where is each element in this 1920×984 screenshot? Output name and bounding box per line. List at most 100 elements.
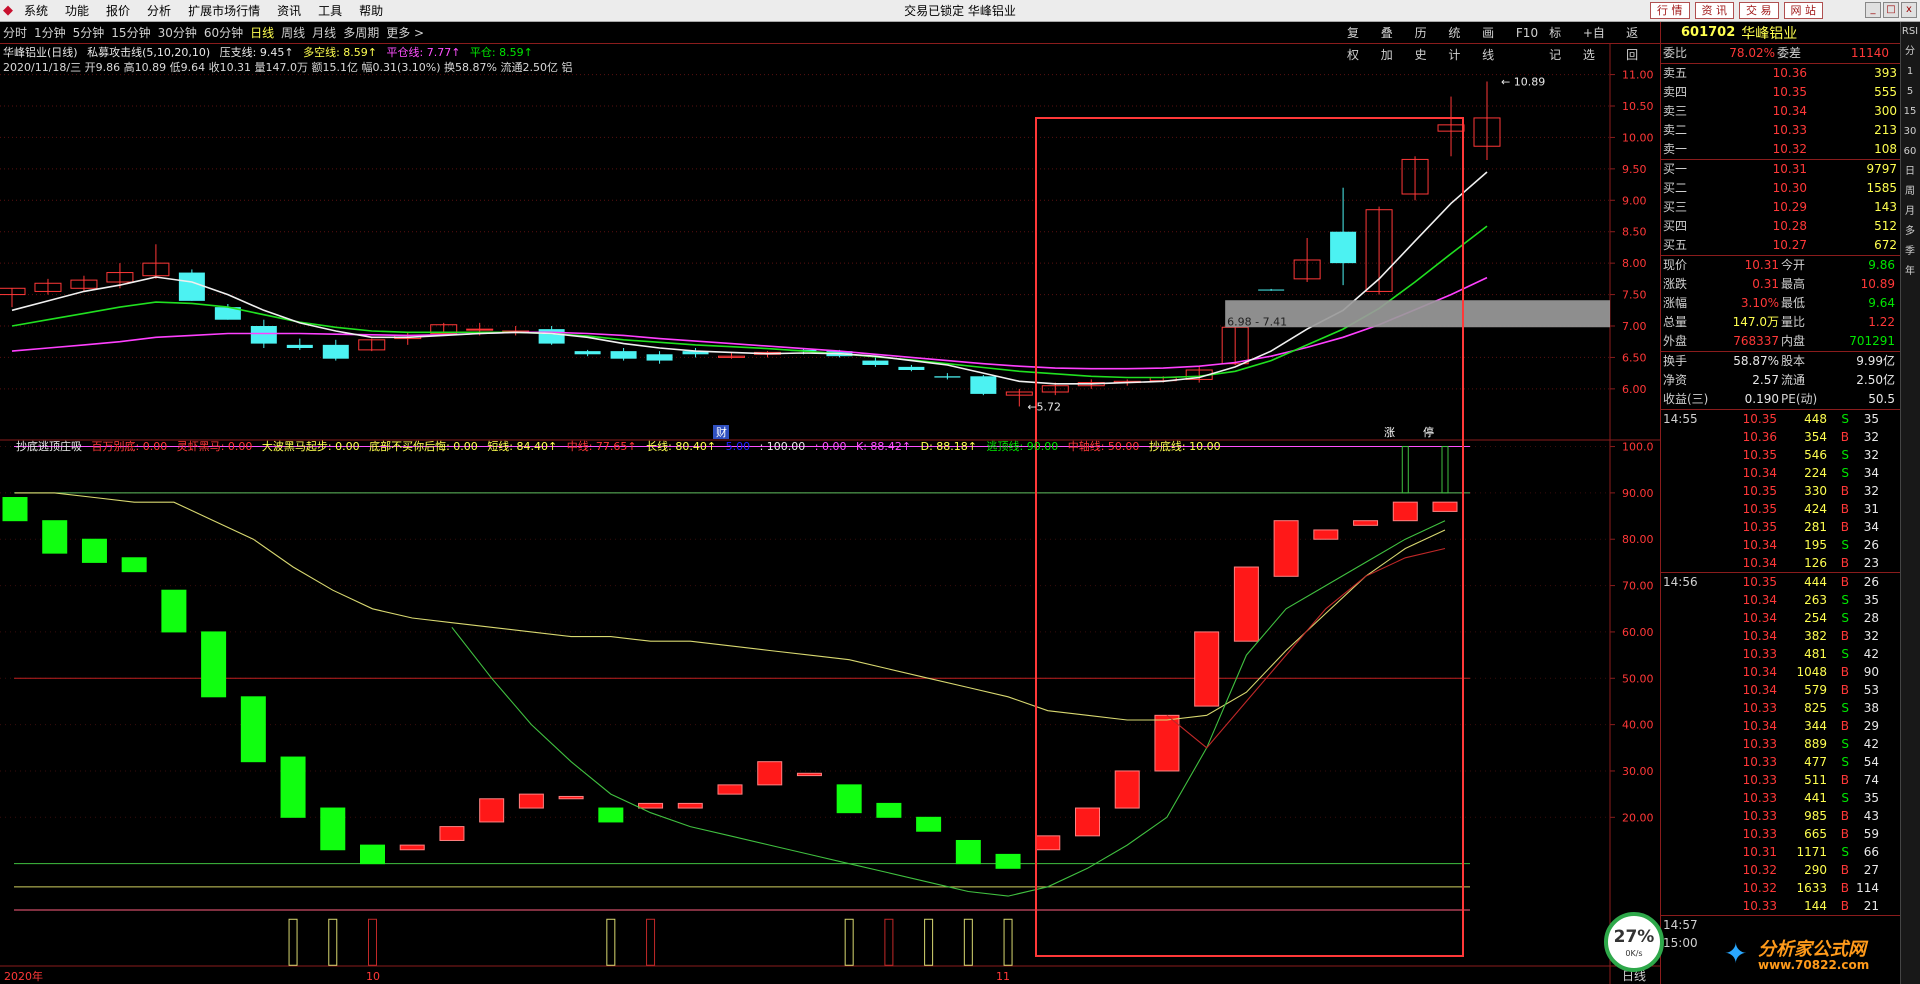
stat-row-2-value-2: 9.64 [1868, 296, 1895, 310]
menu-help[interactable]: 帮助 [359, 0, 383, 22]
side-tool-4[interactable]: 15 [1901, 102, 1919, 122]
side-tool-7[interactable]: 日 [1901, 162, 1919, 182]
tick-row[interactable]: 10.33 825 S 38 [1661, 699, 1900, 717]
period-30min[interactable]: 30分钟 [158, 22, 197, 44]
buy-level-5-volume: 672 [1874, 238, 1897, 252]
buy-orders: 买一 10.31 9797 买二 10.30 1585 买三 10.29 143 买四 10.28 5… [1661, 160, 1900, 255]
signal-pulse [288, 918, 298, 966]
menu-quote[interactable]: 报价 [106, 0, 130, 22]
sub-bar-down [121, 557, 147, 573]
tick-row[interactable]: 10.33 889 S 42 [1661, 735, 1900, 753]
tick-side: B [1840, 809, 1849, 823]
tick-row[interactable]: 10.34 195 S 26 [1661, 536, 1900, 554]
main-chart-indicator[interactable]: 私募攻击线(5,10,20,10) [87, 46, 210, 59]
period-daily[interactable]: 日线 [250, 22, 274, 44]
period-weekly[interactable]: 周线 [281, 22, 305, 44]
tick-row[interactable]: 10.33 477 S 54 [1661, 753, 1900, 771]
price-tick-label: 6.00 [1622, 383, 1647, 396]
tick-row[interactable]: 10.32 1633 B 114 [1661, 879, 1900, 897]
period-more[interactable]: 更多 > [386, 22, 424, 44]
menu-extended-market[interactable]: 扩展市场行情 [188, 0, 260, 22]
tick-row[interactable]: 10.31 1171 S 66 [1661, 843, 1900, 861]
sub-chart-indicator[interactable]: 抄底逃顶庄吸 [16, 440, 82, 453]
trade-button[interactable]: 交 易 [1739, 2, 1779, 19]
tick-row[interactable]: 10.35 546 S 32 [1661, 446, 1900, 464]
buy-level-4-price: 10.28 [1772, 219, 1807, 233]
tick-row[interactable]: 10.32 290 B 27 [1661, 861, 1900, 879]
signal-pulse [844, 918, 854, 966]
side-tool-12[interactable]: 年 [1901, 262, 1919, 282]
menu-system[interactable]: 系统 [24, 0, 48, 22]
tick-row[interactable]: 10.34 263 S 35 [1661, 591, 1900, 609]
tick-volume: 424 [1804, 502, 1827, 516]
sub-tick-label: 100.0 [1622, 441, 1654, 454]
buy-level-4-volume: 512 [1874, 219, 1897, 233]
tick-volume: 263 [1804, 593, 1827, 607]
kline-chart[interactable]: 11.00 10.50 10.00 9.50 9.00 8.50 8.00 7.50 7.00 6… [0, 44, 1660, 984]
sub-bar-down [81, 538, 107, 563]
tick-row[interactable]: 10.33 144 B 21 [1661, 897, 1900, 915]
tick-row[interactable]: 10.33 441 S 35 [1661, 789, 1900, 807]
tick-row[interactable]: 10.33 481 S 42 [1661, 645, 1900, 663]
tick-row[interactable]: 10.33 985 B 43 [1661, 807, 1900, 825]
menu-news[interactable]: 资讯 [277, 0, 301, 22]
period-5min[interactable]: 5分钟 [73, 22, 105, 44]
stat2-row-2-label: 收益(三) [1663, 392, 1709, 406]
market-button[interactable]: 行 情 [1650, 2, 1690, 19]
news-button[interactable]: 资 讯 [1694, 2, 1734, 19]
maximize-button[interactable]: □ [1883, 2, 1899, 18]
tick-row[interactable]: 10.34 382 B 32 [1661, 627, 1900, 645]
sub-bar-down [876, 802, 902, 818]
side-tool-11[interactable]: 季 [1901, 242, 1919, 262]
side-tool-1[interactable]: 分 [1901, 42, 1919, 62]
tick-row[interactable]: 10.34 126 B 23 [1661, 554, 1900, 572]
tick-row[interactable]: 10.34 344 B 29 [1661, 717, 1900, 735]
menu-tools[interactable]: 工具 [318, 0, 342, 22]
period-monthly[interactable]: 月线 [312, 22, 336, 44]
chart-area[interactable]: 11.00 10.50 10.00 9.50 9.00 8.50 8.00 7.50 7.00 6… [0, 44, 1660, 984]
menu-analysis[interactable]: 分析 [147, 0, 171, 22]
tick-price: 10.35 [1742, 412, 1777, 426]
menu-function[interactable]: 功能 [65, 0, 89, 22]
sub-bar-down [280, 756, 306, 818]
signal-pulse [328, 918, 338, 966]
buy-level-1: 买一 10.31 9797 [1661, 160, 1900, 179]
tick-row[interactable]: 14:56 10.35 444 B 26 [1661, 573, 1900, 591]
period-1min[interactable]: 1分钟 [34, 22, 66, 44]
tick-row[interactable]: 10.33 511 B 74 [1661, 771, 1900, 789]
side-tool-10[interactable]: 多 [1901, 222, 1919, 242]
tick-row[interactable]: 10.34 1048 B 90 [1661, 663, 1900, 681]
period-60min[interactable]: 60分钟 [204, 22, 243, 44]
tick-row[interactable]: 10.35 330 B 32 [1661, 482, 1900, 500]
tick-row[interactable]: 10.34 224 S 34 [1661, 464, 1900, 482]
tick-price: 10.33 [1742, 773, 1777, 787]
buy-level-2-volume: 1585 [1866, 181, 1897, 195]
tick-row[interactable]: 14:55 10.35 448 S 35 [1661, 410, 1900, 428]
tick-price: 10.34 [1742, 556, 1777, 570]
tick-row[interactable]: 10.35 281 B 34 [1661, 518, 1900, 536]
tick-row[interactable]: 10.35 424 B 31 [1661, 500, 1900, 518]
tick-list[interactable]: 14:55 10.35 448 S 35 10.36 354 B 32 10.35 546 S 32 10… [1661, 410, 1900, 952]
website-button[interactable]: 网 站 [1783, 2, 1823, 19]
side-tool-5[interactable]: 30 [1901, 122, 1919, 142]
period-15min[interactable]: 15分钟 [111, 22, 150, 44]
side-tool-9[interactable]: 月 [1901, 202, 1919, 222]
side-tool-3[interactable]: 5 [1901, 82, 1919, 102]
buy-level-5-label: 买五 [1663, 238, 1688, 252]
close-button[interactable]: x [1901, 2, 1917, 18]
tick-row[interactable]: 10.34 254 S 28 [1661, 609, 1900, 627]
side-tool-6[interactable]: 60 [1901, 142, 1919, 162]
side-tool-2[interactable]: 1 [1901, 62, 1919, 82]
tick-row[interactable]: 10.36 354 B 32 [1661, 428, 1900, 446]
side-tool-8[interactable]: 周 [1901, 182, 1919, 202]
sub-bar-up [1233, 566, 1259, 642]
side-tool-0[interactable]: RSI [1901, 22, 1919, 42]
period-multi[interactable]: 多周期 [343, 22, 379, 44]
tick-row[interactable]: 10.34 579 B 53 [1661, 681, 1900, 699]
tick-side: B [1840, 430, 1849, 444]
tick-time [1661, 482, 1717, 500]
buy-level-1-label: 买一 [1663, 162, 1688, 176]
minimize-button[interactable]: _ [1865, 2, 1881, 18]
period-intraday[interactable]: 分时 [3, 22, 27, 44]
tick-row[interactable]: 10.33 665 B 59 [1661, 825, 1900, 843]
